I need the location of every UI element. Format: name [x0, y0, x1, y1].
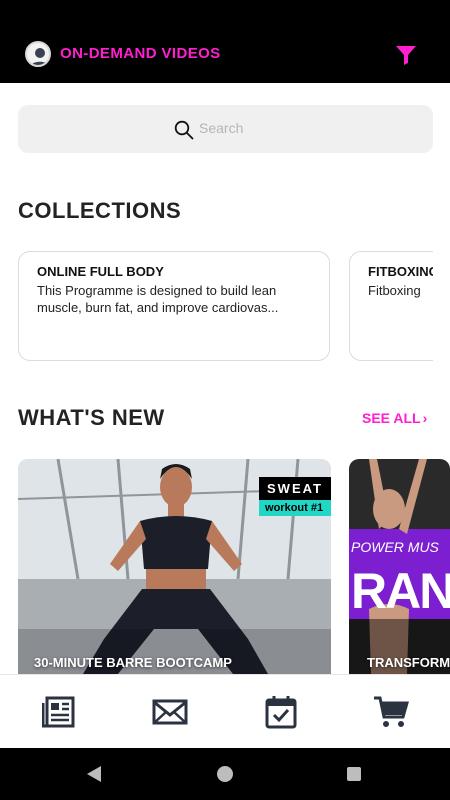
calendar-check-icon[interactable]	[263, 695, 299, 729]
bottom-nav	[0, 674, 450, 748]
avatar-icon[interactable]	[25, 41, 51, 67]
collection-card-fitboxing[interactable]: FITBOXING Fitboxing	[349, 251, 433, 361]
see-all-label: SEE ALL	[362, 410, 421, 426]
mail-icon[interactable]	[152, 695, 188, 729]
newspaper-icon[interactable]	[42, 695, 78, 729]
search-input[interactable]: Search	[199, 120, 243, 136]
sweat-badge-brand: SWEAT	[259, 477, 331, 500]
video-card-title: TRANSFORM	[367, 655, 450, 670]
sweat-badge: SWEAT workout #1	[259, 477, 331, 516]
video-overlay-large-text: RAN	[351, 563, 450, 619]
video-card-barre-bootcamp[interactable]: SWEAT workout #1 30-MINUTE BARRE BOOTCAM…	[18, 459, 331, 674]
see-all-link[interactable]: SEE ALL ›	[362, 410, 427, 426]
chevron-right-icon: ›	[422, 410, 428, 426]
recents-icon[interactable]	[347, 767, 361, 781]
collections-carousel[interactable]: ONLINE FULL BODY This Programme is desig…	[0, 240, 433, 370]
collection-card-online-full-body[interactable]: ONLINE FULL BODY This Programme is desig…	[18, 251, 330, 361]
filter-icon[interactable]	[395, 45, 417, 65]
app-header: ON-DEMAND VIDEOS	[0, 0, 450, 83]
page-title: ON-DEMAND VIDEOS	[60, 45, 221, 62]
search-icon	[174, 120, 194, 140]
collection-card-title: FITBOXING	[368, 264, 433, 279]
home-icon[interactable]	[217, 766, 233, 782]
video-overlay-text: POWER MUS	[351, 539, 439, 555]
whats-new-heading: WHAT'S NEW	[18, 405, 165, 430]
cart-icon[interactable]	[373, 695, 409, 729]
sweat-badge-workout: workout #1	[259, 500, 331, 516]
collection-card-description: This Programme is designed to build lean…	[37, 283, 279, 315]
search-bar[interactable]: Search	[18, 105, 433, 153]
video-card-transform[interactable]: POWER MUS RAN TRANSFORM	[349, 459, 450, 674]
collection-card-title: ONLINE FULL BODY	[37, 264, 164, 279]
collections-heading: COLLECTIONS	[18, 198, 182, 223]
back-icon[interactable]	[86, 765, 102, 783]
video-card-title: 30-MINUTE BARRE BOOTCAMP	[34, 655, 232, 670]
collection-card-description: Fitboxing	[368, 283, 421, 298]
